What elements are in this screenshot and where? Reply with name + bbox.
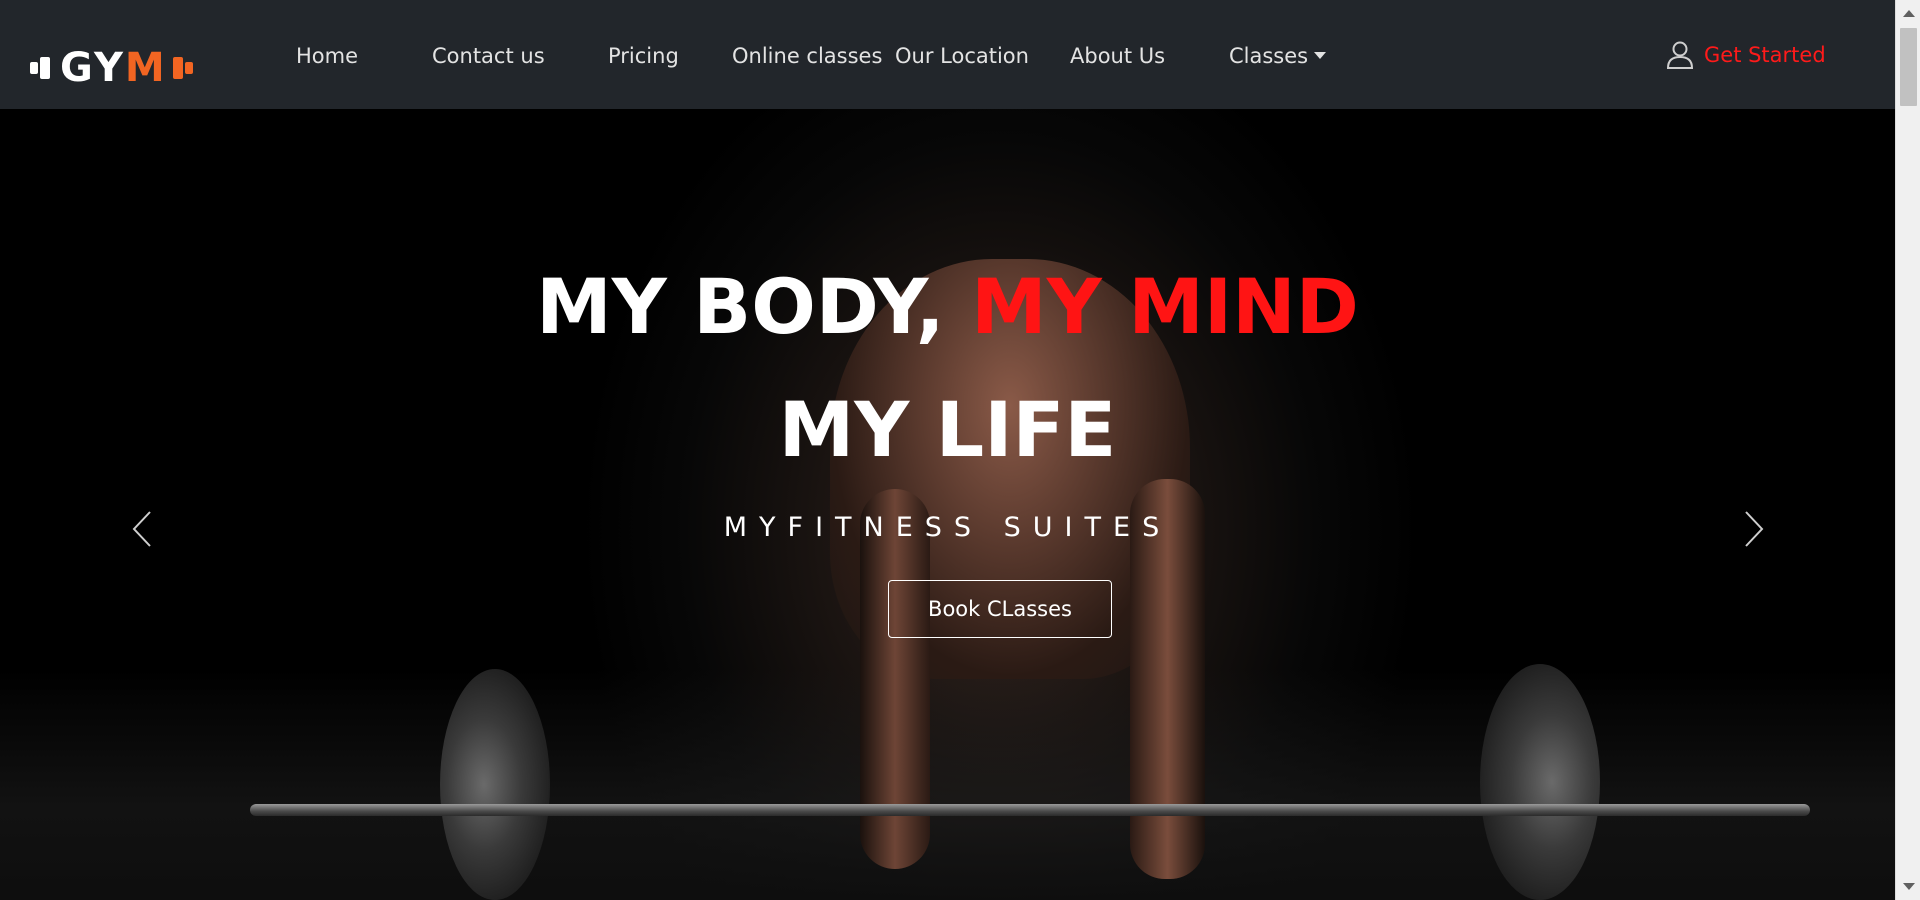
navbar: GYM Home Contact us Pricing Online class… [0, 0, 1895, 109]
hero-subtitle: MYFITNESS SUITES [723, 512, 1172, 543]
chevron-right-icon[interactable] [1738, 504, 1768, 554]
scroll-down-icon[interactable] [1903, 883, 1915, 890]
nav-our-location[interactable]: Our Location [895, 44, 1029, 68]
barbell-plate-left [440, 669, 550, 900]
barbell-plate-right [1480, 664, 1600, 900]
hero-title-line2: MY LIFE [778, 385, 1117, 474]
scroll-thumb[interactable] [1900, 28, 1917, 106]
nav-classes-dropdown[interactable]: Classes [1229, 44, 1327, 68]
page-scrollbar[interactable] [1895, 0, 1920, 900]
dumbbell-left-icon [30, 53, 60, 83]
nav-about-us[interactable]: About Us [1070, 44, 1165, 68]
hero-background-floor [0, 669, 1895, 900]
nav-online-classes[interactable]: Online classes [732, 44, 882, 68]
hero-title-line1: MY BODY, MY MIND [536, 262, 1359, 351]
nav-classes-label: Classes [1229, 44, 1309, 68]
get-started-label: Get Started [1704, 43, 1826, 67]
gym-logo[interactable]: GYM [30, 45, 197, 91]
user-icon [1666, 41, 1694, 69]
nav-pricing[interactable]: Pricing [608, 44, 679, 68]
scroll-up-icon[interactable] [1903, 10, 1915, 17]
chevron-left-icon[interactable] [128, 504, 158, 554]
barbell-bar [250, 804, 1810, 816]
hero-carousel: MY BODY, MY MIND MY LIFE MYFITNESS SUITE… [0, 109, 1895, 900]
dumbbell-right-icon [167, 53, 197, 83]
nav-home[interactable]: Home [296, 44, 358, 68]
logo-text: GYM [60, 45, 167, 91]
book-classes-button[interactable]: Book CLasses [888, 580, 1112, 638]
caret-down-icon [1314, 52, 1327, 59]
nav-contact-us[interactable]: Contact us [432, 44, 545, 68]
hero-title-accent: MY MIND [971, 262, 1359, 351]
get-started-link[interactable]: Get Started [1666, 40, 1826, 70]
